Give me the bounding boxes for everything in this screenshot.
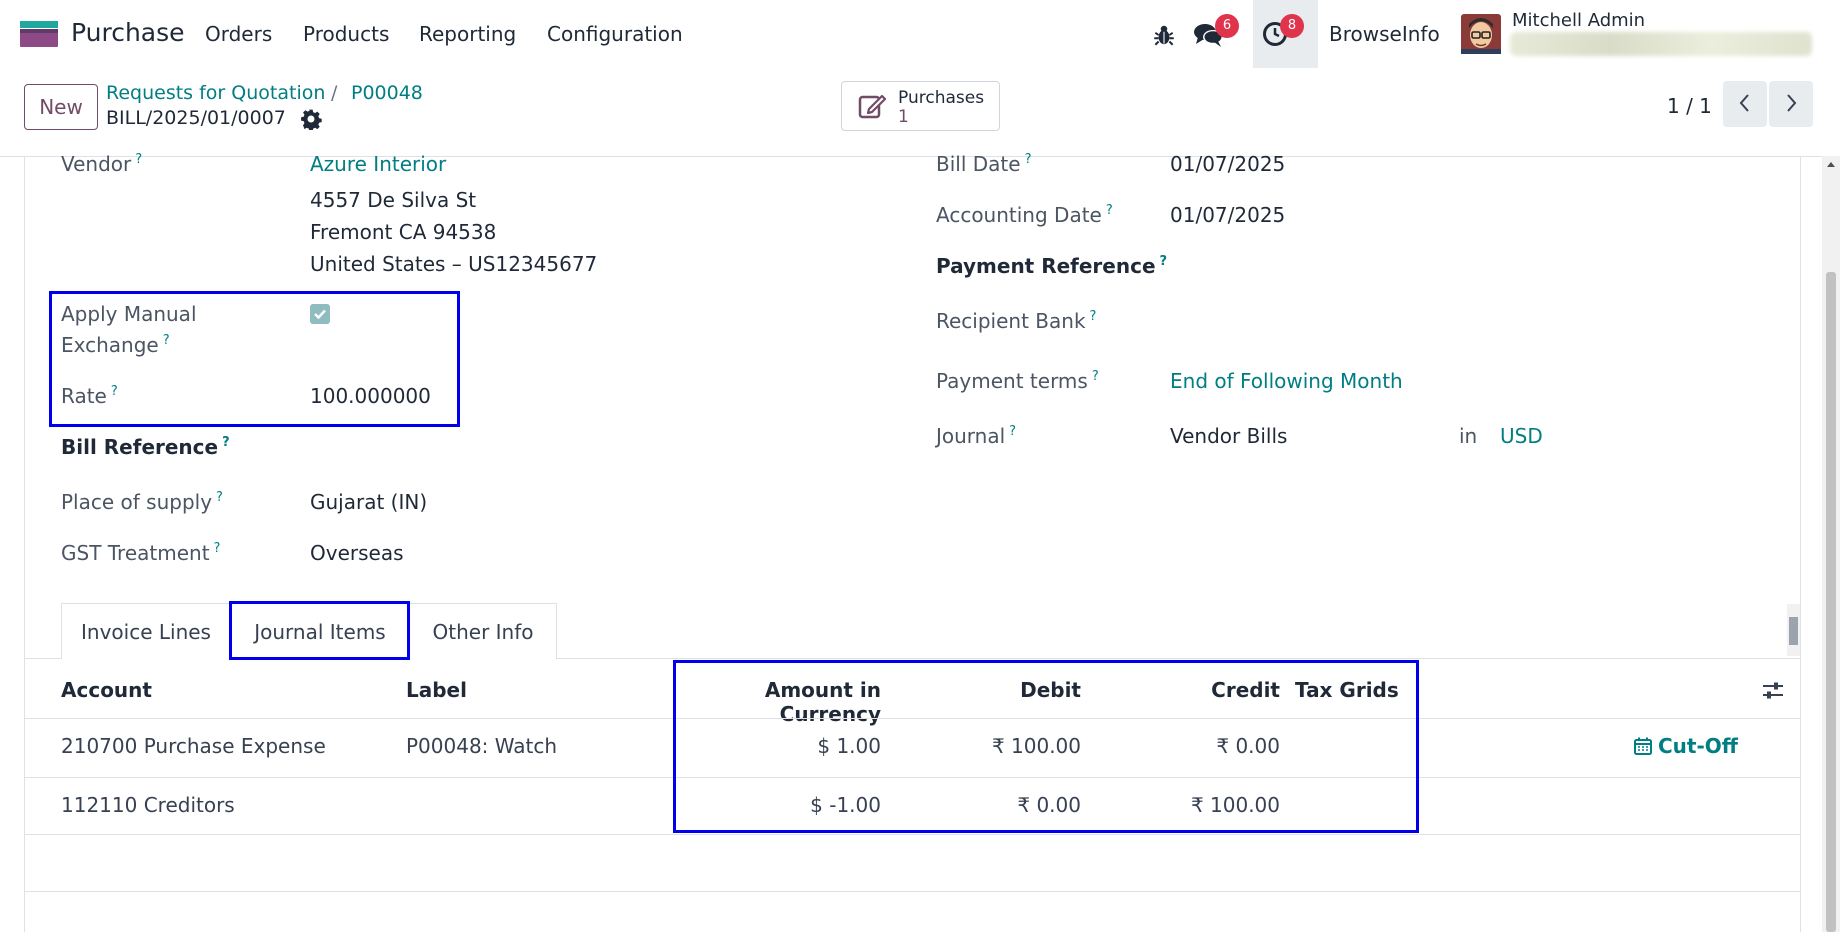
record-name: BILL/2025/01/0007 — [106, 107, 286, 129]
gear-icon[interactable] — [300, 108, 322, 130]
breadcrumb-requests-for-quotation[interactable]: Requests for Quotation — [106, 82, 325, 104]
cell-account[interactable]: 210700 Purchase Expense — [61, 734, 326, 758]
column-header-account[interactable]: Account — [61, 678, 152, 702]
table-row-divider — [24, 834, 1800, 835]
highlight-box-journal-items-tab — [229, 601, 410, 660]
cell-account[interactable]: 112110 Creditors — [61, 793, 235, 817]
sheet-border-right — [1800, 156, 1801, 932]
currency-value[interactable]: USD — [1500, 424, 1543, 448]
gst-treatment-value[interactable]: Overseas — [310, 541, 404, 565]
debug-bug-icon[interactable] — [1151, 20, 1177, 50]
chevron-right-icon — [1787, 93, 1797, 112]
edit-document-icon — [858, 94, 886, 119]
menu-products[interactable]: Products — [303, 22, 389, 46]
highlight-box-amount-columns — [673, 660, 1419, 833]
vendor-label: Vendor? — [61, 152, 143, 176]
tab-other-info[interactable]: Other Info — [409, 603, 557, 659]
app-name[interactable]: Purchase — [71, 18, 185, 47]
vendor-address-line: Fremont CA 94538 — [310, 220, 497, 244]
pager-previous-button[interactable] — [1723, 81, 1767, 127]
purchases-smart-button[interactable]: Purchases 1 — [841, 81, 1000, 131]
company-switcher[interactable]: BrowseInfo — [1329, 22, 1440, 46]
sheet-border-left — [24, 156, 25, 932]
vendor-address-line: 4557 De Silva St — [310, 188, 477, 212]
highlight-box-manual-exchange — [49, 291, 460, 427]
user-name[interactable]: Mitchell Admin — [1512, 10, 1645, 31]
bill-date-label: Bill Date? — [936, 152, 1032, 176]
purchase-app-icon[interactable] — [20, 21, 58, 47]
accounting-date-value[interactable]: 01/07/2025 — [1170, 203, 1285, 227]
table-row-divider — [24, 891, 1800, 892]
page-scrollbar-thumb[interactable] — [1826, 272, 1836, 932]
tab-invoice-lines[interactable]: Invoice Lines — [61, 603, 231, 659]
scroll-up-arrow-icon[interactable] — [1826, 160, 1836, 168]
bill-date-value[interactable]: 01/07/2025 — [1170, 152, 1285, 176]
place-of-supply-label: Place of supply? — [61, 490, 223, 514]
new-button[interactable]: New — [24, 84, 98, 130]
cell-label[interactable]: P00048: Watch — [406, 734, 557, 758]
journal-in-text: in — [1459, 424, 1478, 448]
vendor-address-line: United States – US12345677 — [310, 252, 598, 276]
payment-reference-label: Payment Reference? — [936, 254, 1168, 278]
messages-count-badge: 6 — [1215, 14, 1239, 38]
top-navbar: Purchase Orders Products Reporting Confi… — [0, 0, 1840, 68]
journal-label: Journal? — [936, 424, 1017, 448]
smart-button-count: 1 — [898, 107, 909, 127]
smart-button-label: Purchases — [898, 88, 985, 108]
place-of-supply-value[interactable]: Gujarat (IN) — [310, 490, 427, 514]
bill-reference-label: Bill Reference? — [61, 435, 230, 459]
recipient-bank-label: Recipient Bank? — [936, 309, 1097, 333]
vendor-name[interactable]: Azure Interior — [310, 152, 446, 176]
breadcrumb-purchase-order[interactable]: P00048 — [351, 82, 423, 104]
pager-next-button[interactable] — [1769, 81, 1813, 127]
breadcrumb-separator: / — [331, 82, 338, 104]
payment-terms-value[interactable]: End of Following Month — [1170, 369, 1403, 393]
column-header-label[interactable]: Label — [406, 678, 467, 702]
tabs-scrollbar-thumb[interactable] — [1789, 617, 1798, 645]
user-avatar[interactable] — [1461, 14, 1501, 54]
accounting-date-label: Accounting Date? — [936, 203, 1113, 227]
optional-columns-toggle-icon[interactable] — [1762, 680, 1784, 702]
menu-reporting[interactable]: Reporting — [419, 22, 516, 46]
chevron-left-icon — [1739, 93, 1749, 112]
pager-value[interactable]: 1 / 1 — [1667, 94, 1712, 118]
payment-terms-label: Payment terms? — [936, 369, 1099, 393]
journal-value[interactable]: Vendor Bills — [1170, 424, 1287, 448]
menu-orders[interactable]: Orders — [205, 22, 272, 46]
gst-treatment-label: GST Treatment? — [61, 541, 221, 565]
cut-off-button[interactable]: Cut-Off — [1634, 734, 1738, 758]
menu-configuration[interactable]: Configuration — [547, 22, 683, 46]
user-database-info-blurred — [1510, 32, 1812, 56]
calendar-icon — [1634, 737, 1652, 755]
activities-count-badge: 8 — [1280, 14, 1304, 38]
